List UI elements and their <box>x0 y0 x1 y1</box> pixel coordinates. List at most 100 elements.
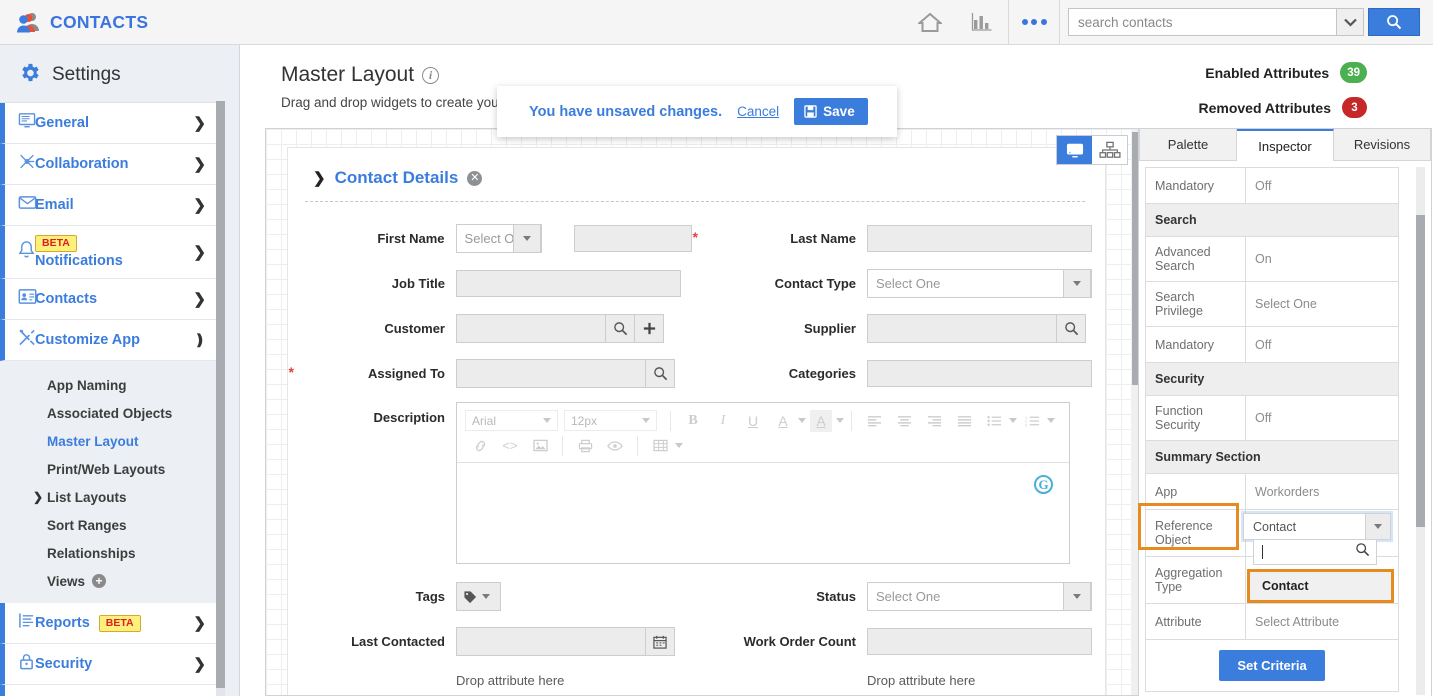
customer-add-button[interactable] <box>635 314 664 343</box>
sidebar-scrollbar[interactable] <box>216 101 225 696</box>
add-view-icon[interactable]: + <box>92 574 107 588</box>
preview-icon[interactable] <box>604 435 626 457</box>
tab-revisions[interactable]: Revisions <box>1334 129 1431 161</box>
sidebar-scrollbar-thumb[interactable] <box>216 101 225 688</box>
chevron-down-icon[interactable] <box>836 418 844 423</box>
chevron-down-icon[interactable] <box>1365 513 1391 540</box>
font-color-icon[interactable]: A <box>772 410 794 432</box>
chevron-down-icon[interactable]: ❯ <box>313 169 326 187</box>
sidebar-item-partial[interactable] <box>0 685 218 696</box>
inspector-scrollbar-thumb[interactable] <box>1416 215 1425 527</box>
categories-input[interactable] <box>867 360 1092 387</box>
first-name-prefix-select[interactable]: Select One <box>455 224 543 253</box>
tree-view-icon[interactable] <box>1092 136 1127 164</box>
italic-icon[interactable]: I <box>712 410 734 432</box>
sidebar-item-print-web-layouts[interactable]: Print/Web Layouts <box>0 455 218 483</box>
search-icon[interactable] <box>1355 542 1370 562</box>
set-criteria-button[interactable]: Set Criteria <box>1219 650 1325 681</box>
layout-canvas[interactable]: ❯ Contact Details ✕ First Name Select On… <box>265 128 1144 696</box>
calendar-icon[interactable] <box>646 627 675 656</box>
first-name-input[interactable] <box>574 225 692 252</box>
print-icon[interactable] <box>574 435 596 457</box>
supplier-search-button[interactable] <box>1057 314 1086 343</box>
chevron-down-icon[interactable] <box>675 443 683 448</box>
align-left-icon[interactable] <box>863 410 885 432</box>
property-row[interactable]: Mandatory Off <box>1146 327 1398 363</box>
property-value[interactable]: Select One <box>1246 282 1398 326</box>
inspector-scrollbar[interactable] <box>1416 167 1425 695</box>
align-center-icon[interactable] <box>893 410 915 432</box>
sidebar-item-collaboration[interactable]: Collaboration ❯ <box>0 144 218 185</box>
property-row[interactable]: App Workorders <box>1146 474 1398 510</box>
reference-object-search-input[interactable] <box>1253 540 1377 565</box>
font-size-select[interactable]: 12px <box>564 410 657 431</box>
more-icon[interactable] <box>1008 0 1060 45</box>
table-icon[interactable] <box>649 435 671 457</box>
chart-icon[interactable] <box>956 0 1008 45</box>
property-value[interactable]: Off <box>1246 396 1398 440</box>
contact-type-select[interactable]: Select One <box>867 269 1092 298</box>
collapse-panel-button[interactable] <box>265 425 266 465</box>
assigned-to-input[interactable] <box>456 359 646 388</box>
remove-section-icon[interactable]: ✕ <box>467 170 483 186</box>
image-icon[interactable] <box>529 435 551 457</box>
sidebar-item-associated-objects[interactable]: Associated Objects <box>0 399 218 427</box>
search-input[interactable]: search contacts <box>1068 8 1336 36</box>
property-row[interactable]: Attribute Select Attribute <box>1146 604 1398 640</box>
sidebar-item-email[interactable]: Email ❯ <box>0 185 218 226</box>
status-select[interactable]: Select One <box>867 582 1092 611</box>
last-contacted-input[interactable] <box>456 627 646 656</box>
work-order-count-input[interactable] <box>867 628 1092 655</box>
font-family-select[interactable]: Arial <box>465 410 558 431</box>
underline-icon[interactable]: U <box>742 410 764 432</box>
property-row[interactable]: Advanced Search On <box>1146 237 1398 282</box>
tab-palette[interactable]: Palette <box>1139 129 1237 161</box>
search-scope-dropdown[interactable] <box>1336 8 1364 36</box>
last-name-input[interactable] <box>867 225 1092 252</box>
sidebar-item-sort-ranges[interactable]: Sort Ranges <box>0 511 218 539</box>
align-justify-icon[interactable] <box>953 410 975 432</box>
numbered-list-icon[interactable]: 123 <box>1021 410 1043 432</box>
sidebar-item-app-naming[interactable]: App Naming <box>0 371 218 399</box>
property-value[interactable]: Off <box>1246 168 1398 203</box>
description-rich-text-editor[interactable]: Arial 12px B I U A A 1 2 3 <> G <box>456 402 1070 564</box>
drop-zone-left[interactable]: Drop attribute here <box>456 673 564 688</box>
home-icon[interactable] <box>904 0 956 45</box>
reference-object-option-contact[interactable]: Contact <box>1250 572 1391 600</box>
sidebar-item-relationships[interactable]: Relationships <box>0 539 218 567</box>
chevron-down-icon[interactable] <box>1047 418 1055 423</box>
bullet-list-icon[interactable] <box>983 410 1005 432</box>
drop-zone-right[interactable]: Drop attribute here <box>867 673 975 688</box>
chevron-down-icon[interactable] <box>1063 269 1091 298</box>
tags-dropdown[interactable] <box>456 582 501 611</box>
chevron-down-icon[interactable] <box>513 224 542 253</box>
brand[interactable]: CONTACTS <box>0 11 520 33</box>
sidebar-item-contacts[interactable]: Contacts ❯ <box>0 279 218 320</box>
sidebar-item-customize-app[interactable]: Customize App ❫ <box>0 320 218 361</box>
description-editor-body[interactable]: G <box>457 463 1069 563</box>
supplier-input[interactable] <box>867 314 1057 343</box>
align-right-icon[interactable] <box>923 410 945 432</box>
search-button[interactable] <box>1368 8 1420 36</box>
chevron-down-icon[interactable] <box>1009 418 1017 423</box>
cancel-button[interactable]: Cancel <box>737 104 779 119</box>
customer-search-button[interactable] <box>606 314 635 343</box>
section-header[interactable]: ❯ Contact Details ✕ <box>288 148 1105 188</box>
assigned-to-search-button[interactable] <box>646 359 675 388</box>
customer-input[interactable] <box>456 314 606 343</box>
sidebar-item-security[interactable]: Security ❯ <box>0 644 218 685</box>
chevron-down-icon[interactable] <box>1063 582 1091 611</box>
sidebar-item-views[interactable]: Views + <box>0 567 218 595</box>
property-value[interactable]: Off <box>1246 327 1398 362</box>
bold-icon[interactable]: B <box>682 410 704 432</box>
property-value[interactable]: On <box>1246 237 1398 281</box>
highlight-color-icon[interactable]: A <box>810 409 832 432</box>
sidebar-item-master-layout[interactable]: Master Layout <box>0 427 218 455</box>
property-value[interactable]: Select Attribute <box>1246 604 1398 639</box>
sidebar-item-reports[interactable]: Reports BETA ❯ <box>0 603 218 644</box>
job-title-input[interactable] <box>456 270 681 297</box>
chevron-down-icon[interactable] <box>798 418 806 423</box>
tab-inspector[interactable]: Inspector <box>1237 129 1334 161</box>
info-icon[interactable]: i <box>422 66 440 84</box>
sidebar-item-list-layouts[interactable]: ❯ List Layouts <box>0 483 218 511</box>
